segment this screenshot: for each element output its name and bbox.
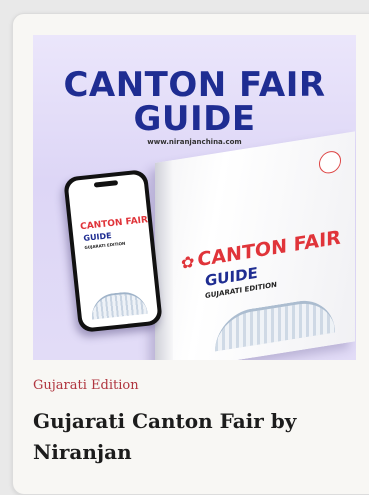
- product-category[interactable]: Gujarati Edition: [33, 378, 139, 393]
- product-card[interactable]: CANTON FAIR GUIDE www.niranjanchina.com …: [12, 13, 369, 495]
- book-title-text: CANTON FAIR: [197, 226, 341, 272]
- building-illustration: [215, 295, 335, 352]
- phone-subtitle: GUIDE: [83, 231, 113, 243]
- phone-mockup: CANTON FAIR GUIDE GUJARATI EDITION: [63, 169, 163, 333]
- badge-icon: [319, 149, 341, 176]
- phone-notch: [93, 180, 119, 188]
- phone-screen: CANTON FAIR GUIDE GUJARATI EDITION: [67, 173, 159, 329]
- book-title: ✿ CANTON FAIR: [181, 227, 341, 274]
- cover-subtitle: GUIDE: [133, 99, 256, 139]
- book-mockup: ✿ CANTON FAIR GUIDE GUJARATI EDITION: [155, 131, 355, 360]
- product-title[interactable]: Gujarati Canton Fair by Niranjan: [33, 406, 353, 468]
- product-image[interactable]: CANTON FAIR GUIDE www.niranjanchina.com …: [33, 35, 356, 360]
- building-illustration: [89, 289, 148, 320]
- phone-title: CANTON FAIR: [79, 215, 149, 233]
- flower-logo-icon: ✿: [181, 251, 195, 273]
- book-spine: [155, 160, 173, 360]
